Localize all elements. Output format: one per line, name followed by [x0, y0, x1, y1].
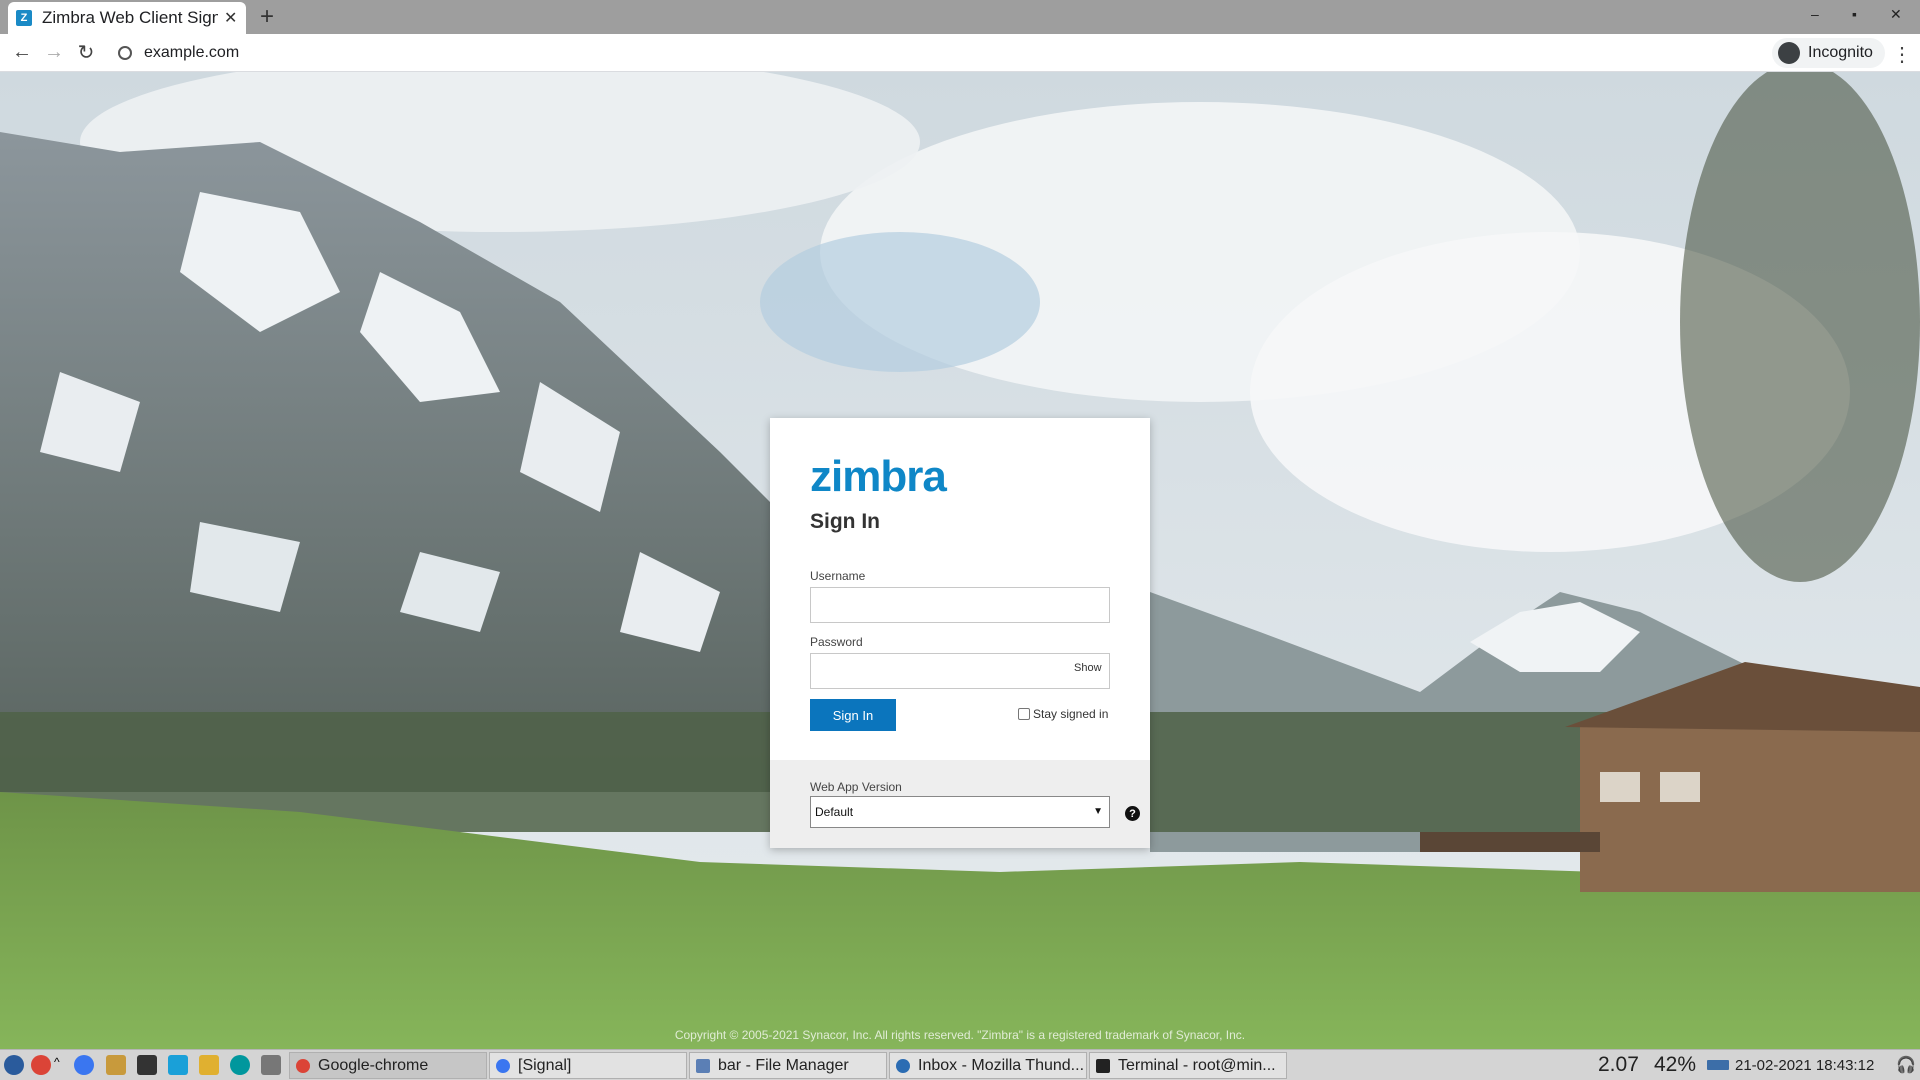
tab-close-icon[interactable]: ✕ [224, 8, 237, 28]
incognito-indicator[interactable]: Incognito [1772, 38, 1885, 68]
thunderbird-icon [896, 1058, 910, 1073]
files-launcher-icon[interactable] [199, 1055, 219, 1075]
show-password-toggle[interactable]: Show [1074, 662, 1102, 674]
task-label: Terminal - root@min... [1118, 1056, 1276, 1074]
web-app-version-label: Web App Version [810, 780, 902, 794]
zimbra-logo: zimbra [810, 452, 947, 501]
task-item[interactable]: bar - File Manager [689, 1052, 887, 1079]
task-label: Google-chrome [318, 1056, 429, 1074]
browser-tab[interactable]: Z Zimbra Web Client Sign In ✕ [8, 2, 246, 34]
signal-launcher-icon[interactable] [74, 1055, 94, 1075]
browser-titlebar: Z Zimbra Web Client Sign In ✕ + – ▪ ✕ [0, 0, 1920, 34]
task-label: [Signal] [518, 1056, 572, 1074]
site-info-icon[interactable] [118, 46, 132, 60]
chrome-icon [296, 1058, 310, 1073]
url-text[interactable]: example.com [144, 44, 239, 62]
stay-signed-in-label: Stay signed in [1033, 707, 1109, 721]
screenshot-launcher-icon[interactable] [261, 1055, 281, 1075]
password-input[interactable] [810, 653, 1110, 689]
browser-toolbar: ← → ↻ example.com Incognito ⋮ [0, 34, 1920, 72]
page-background: zimbra Sign In Username Password Show Si… [0, 72, 1920, 1049]
close-window-icon[interactable]: ✕ [1890, 6, 1902, 23]
forward-icon[interactable]: → [42, 40, 66, 64]
signal-icon [496, 1058, 510, 1073]
battery-percent: 42% [1654, 1053, 1697, 1076]
battery-icon [1707, 1060, 1729, 1070]
reload-icon[interactable]: ↻ [74, 40, 98, 64]
chrome-launcher-icon[interactable] [31, 1055, 51, 1075]
clock[interactable]: 21-02-2021 18:43:12 [1735, 1057, 1874, 1074]
task-label: Inbox - Mozilla Thund... [918, 1056, 1085, 1074]
card-footer: Web App Version Default ▼ ? [770, 760, 1150, 848]
stay-signed-in-checkbox[interactable] [1018, 708, 1030, 720]
notes-launcher-icon[interactable] [106, 1055, 126, 1075]
tab-title: Zimbra Web Client Sign In [42, 8, 218, 27]
zimbra-favicon-icon: Z [16, 10, 32, 26]
password-label: Password [810, 635, 863, 649]
username-label: Username [810, 569, 866, 583]
task-label: bar - File Manager [718, 1056, 849, 1074]
terminal-icon [1096, 1058, 1110, 1073]
back-icon[interactable]: ← [10, 40, 34, 64]
code-launcher-icon[interactable] [168, 1055, 188, 1075]
chevron-up-icon[interactable]: ^ [54, 1055, 64, 1075]
folder-icon [696, 1058, 710, 1073]
page-title: Sign In [810, 510, 880, 533]
task-item[interactable]: Terminal - root@min... [1089, 1052, 1287, 1079]
browser-menu-icon[interactable]: ⋮ [1892, 42, 1912, 67]
maximize-icon[interactable]: ▪ [1852, 6, 1857, 22]
login-card: zimbra Sign In Username Password Show Si… [770, 418, 1150, 848]
username-input[interactable] [810, 587, 1110, 623]
address-bar[interactable]: example.com [110, 38, 1760, 68]
task-item[interactable]: [Signal] [489, 1052, 687, 1079]
terminal-launcher-icon[interactable] [137, 1055, 157, 1075]
new-tab-button[interactable]: + [260, 3, 274, 31]
task-item[interactable]: Google-chrome [289, 1052, 487, 1079]
system-taskbar: ^ Google-chrome [Signal] bar - File Mana… [0, 1049, 1920, 1080]
web-app-version-select[interactable]: Default ▼ [810, 796, 1110, 828]
minimize-icon[interactable]: – [1811, 6, 1819, 22]
chevron-down-icon: ▼ [1093, 806, 1103, 817]
sign-in-button[interactable]: Sign In [810, 699, 896, 731]
help-icon[interactable]: ? [1125, 806, 1140, 821]
copyright-text: Copyright © 2005-2021 Synacor, Inc. All … [674, 1028, 1246, 1042]
cpu-load: 2.07 [1598, 1053, 1639, 1076]
headphones-icon[interactable]: 🎧 [1896, 1055, 1916, 1075]
arduino-launcher-icon[interactable] [230, 1055, 250, 1075]
incognito-icon [1778, 42, 1800, 64]
task-item[interactable]: Inbox - Mozilla Thund... [889, 1052, 1087, 1079]
stay-signed-in[interactable]: Stay signed in [1018, 707, 1108, 721]
incognito-label: Incognito [1808, 44, 1873, 61]
web-app-version-value: Default [815, 805, 854, 819]
fedora-menu-icon[interactable] [4, 1055, 24, 1075]
